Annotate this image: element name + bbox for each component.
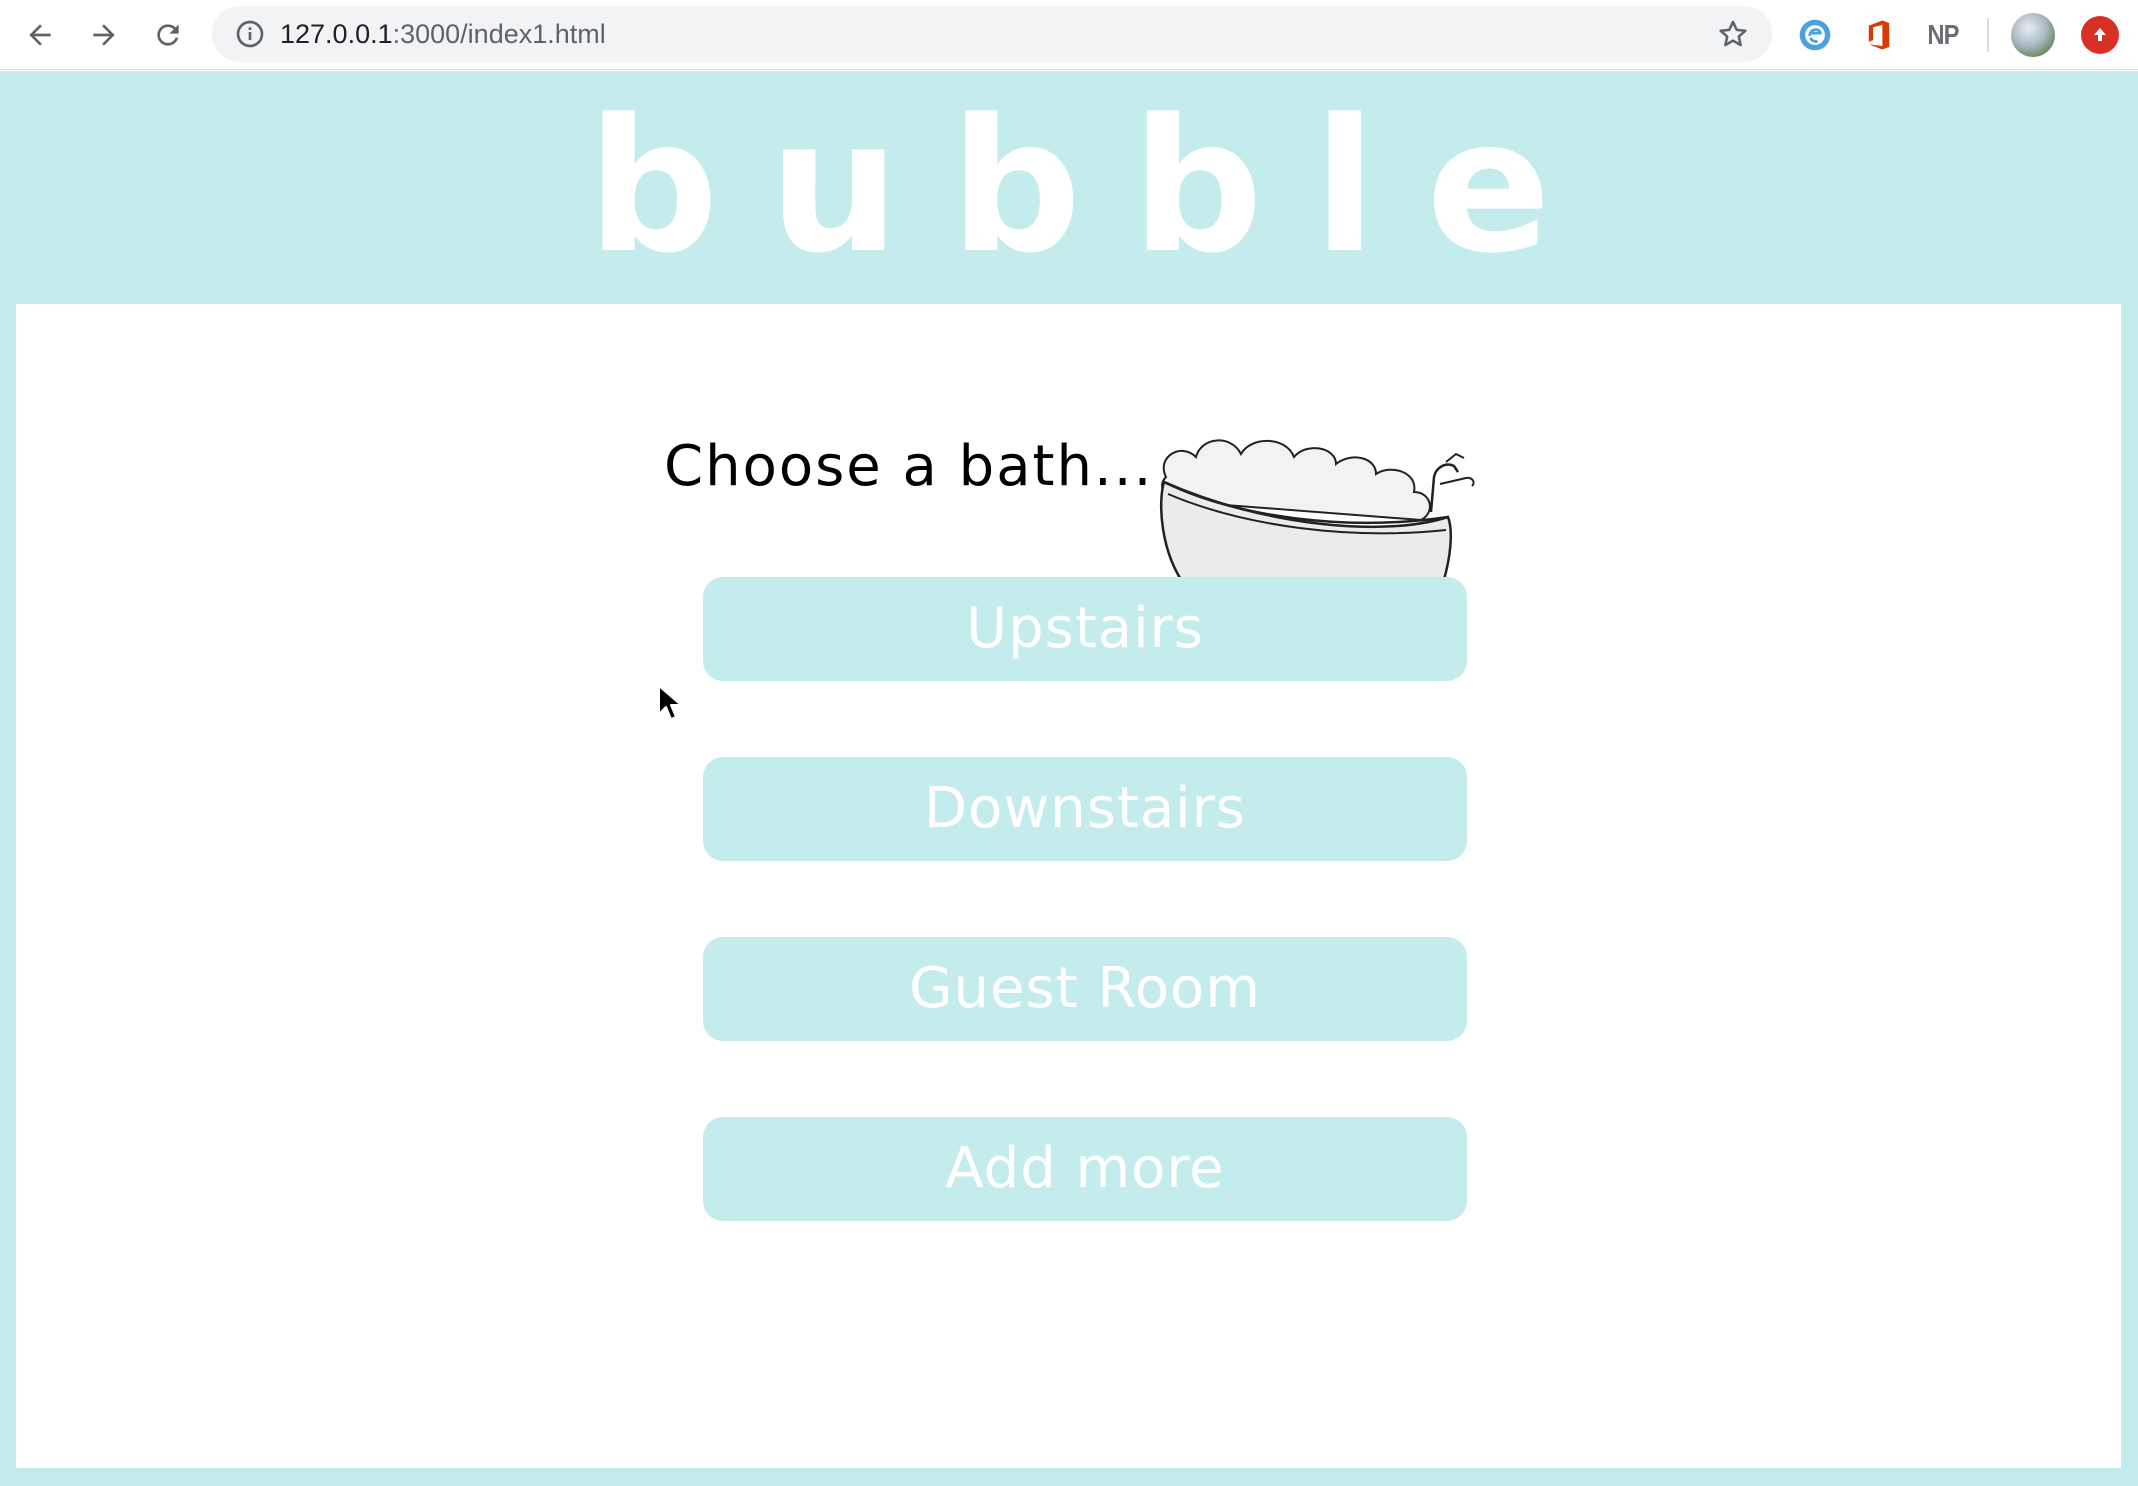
brand-letter: l	[1313, 80, 1377, 294]
office-extension-icon[interactable]	[1859, 15, 1899, 55]
np-extension[interactable]: NP	[1926, 15, 1960, 55]
back-button[interactable]	[16, 11, 64, 59]
address-bar[interactable]: 127.0.0.1:3000/index1.html	[212, 6, 1772, 62]
update-icon[interactable]	[2081, 16, 2119, 54]
info-icon[interactable]	[234, 18, 266, 50]
forward-button[interactable]	[80, 11, 128, 59]
downstairs-button[interactable]: Downstairs	[703, 757, 1467, 861]
page-background: bubble Choose a bath... Upstairs Downsta…	[0, 71, 2138, 1486]
browser-toolbar: 127.0.0.1:3000/index1.html NP	[0, 0, 2138, 70]
reload-icon	[157, 24, 179, 46]
brand-letter: b	[949, 80, 1082, 294]
brand-letter: b	[1131, 80, 1264, 294]
url-host: 127.0.0.1	[280, 19, 393, 49]
reload-button[interactable]	[144, 11, 192, 59]
edge-extension-icon[interactable]	[1795, 15, 1835, 55]
arrow-left-icon	[29, 24, 51, 46]
arrow-right-icon	[93, 24, 115, 46]
content-card: Choose a bath... Upstairs Downstairs Gue…	[16, 304, 2121, 1468]
guest-room-button[interactable]: Guest Room	[703, 937, 1467, 1041]
toolbar-divider	[1987, 18, 1989, 52]
profile-avatar[interactable]	[2011, 13, 2055, 57]
mouse-cursor-icon	[658, 685, 682, 720]
brand-letter: u	[768, 80, 900, 294]
page-heading: Choose a bath...	[664, 434, 1154, 499]
star-icon[interactable]	[1716, 17, 1750, 51]
brand-letter: b	[586, 80, 719, 294]
add-more-button[interactable]: Add more	[703, 1117, 1467, 1221]
upstairs-button[interactable]: Upstairs	[703, 577, 1467, 681]
url-path: :3000/index1.html	[392, 19, 606, 49]
brand-letter: e	[1426, 80, 1552, 294]
brand-logo: bubble	[0, 71, 2138, 303]
url-text[interactable]: 127.0.0.1:3000/index1.html	[280, 6, 606, 62]
